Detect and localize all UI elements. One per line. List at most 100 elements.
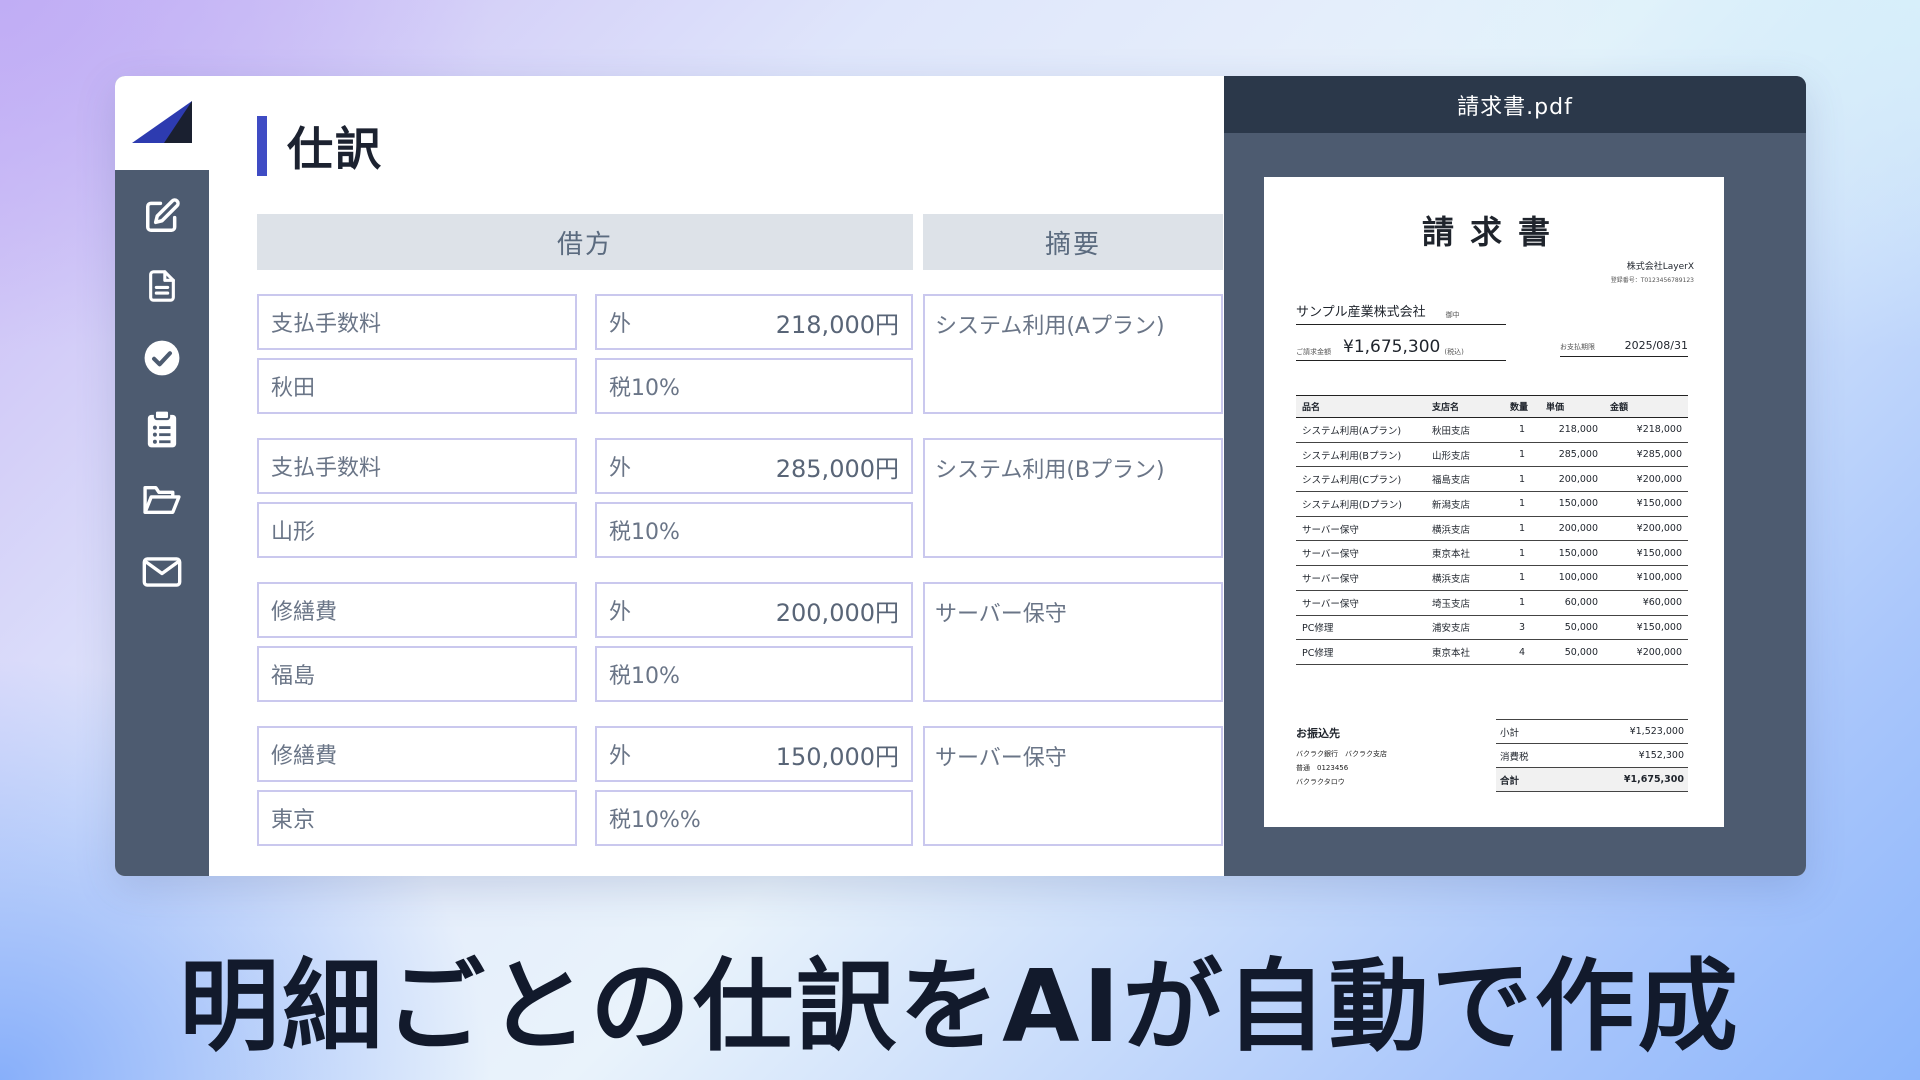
table-row: PC修理 浦安支店 3 50,000 ¥150,000	[1296, 615, 1688, 641]
honorific: 御中	[1445, 311, 1460, 319]
col-branch: 支店名	[1426, 395, 1504, 418]
cell-unit-price: 150,000	[1540, 540, 1604, 567]
summary-header: 摘要	[923, 214, 1223, 270]
table-row: サーバー保守 東京本社 1 150,000 ¥150,000	[1296, 540, 1688, 567]
description-field[interactable]: サーバー保守	[923, 726, 1223, 846]
total-row: 合計 ¥1,675,300	[1496, 767, 1688, 792]
invoice-amount: ¥1,675,300	[1343, 337, 1441, 357]
cell-amount: ¥100,000	[1604, 565, 1688, 591]
cell-qty: 1	[1504, 590, 1540, 616]
cell-branch: 横浜支店	[1426, 565, 1504, 591]
mail-icon[interactable]	[140, 550, 184, 594]
tax-type: 外	[609, 312, 632, 337]
description-field[interactable]: システム利用(Aプラン)	[923, 294, 1223, 414]
subtotal-value: ¥1,523,000	[1563, 719, 1688, 744]
pdf-viewer: 請求書.pdf 請求書 株式会社LayerX 登録番号：T01234567891…	[1224, 76, 1806, 876]
cell-amount: ¥218,000	[1604, 417, 1688, 443]
tax-type: 外	[609, 600, 632, 625]
check-circle-icon[interactable]	[140, 336, 184, 380]
app-window: 仕訳 借方 摘要 支払手数料 外 218,000円 秋田 税10% システム利用…	[115, 76, 1806, 876]
cell-item: システム利用(Dプラン)	[1296, 491, 1426, 517]
amount-block: ご請求金額 ¥1,675,300 (税込)	[1296, 337, 1506, 361]
edit-icon[interactable]	[140, 194, 184, 238]
account-field[interactable]: 支払手数料	[257, 294, 577, 350]
cell-branch: 福島支店	[1426, 466, 1504, 493]
invoice-table: 品名 支店名 数量 単価 金額 システム利用(Aプラン) 秋田支店 1 218,000…	[1296, 395, 1688, 665]
amount-label: ご請求金額	[1296, 348, 1331, 356]
bank-title: お振込先	[1296, 727, 1340, 740]
tax-type: 外	[609, 456, 632, 481]
department-field[interactable]: 秋田	[257, 358, 577, 414]
cell-amount: ¥150,000	[1604, 540, 1688, 567]
department-field[interactable]: 山形	[257, 502, 577, 558]
cell-qty: 1	[1504, 540, 1540, 567]
tax-rate-field[interactable]: 税10%	[595, 358, 913, 414]
table-row: システム利用(Cプラン) 福島支店 1 200,000 ¥200,000	[1296, 466, 1688, 493]
cell-unit-price: 200,000	[1540, 516, 1604, 542]
amount-field[interactable]: 外 218,000円	[595, 294, 913, 350]
due-block: お支払期限 2025/08/31	[1560, 339, 1688, 357]
department-field[interactable]: 東京	[257, 790, 577, 846]
tax-rate-field[interactable]: 税10%%	[595, 790, 913, 846]
total-value: ¥1,675,300	[1563, 767, 1688, 792]
totals-table: 小計 ¥1,523,000 消費税 ¥152,300 合計 ¥1,675,300	[1496, 719, 1688, 792]
cell-amount: ¥60,000	[1604, 590, 1688, 616]
amount-value: 200,000円	[775, 598, 899, 627]
cell-item: サーバー保守	[1296, 516, 1426, 542]
cell-amount: ¥200,000	[1604, 516, 1688, 542]
tax-rate-field[interactable]: 税10%	[595, 502, 913, 558]
cell-item: PC修理	[1296, 615, 1426, 641]
issuer-name: 株式会社LayerX	[1626, 262, 1694, 272]
cell-amount: ¥150,000	[1604, 615, 1688, 641]
amount-field[interactable]: 外 285,000円	[595, 438, 913, 494]
amount-value: 150,000円	[775, 742, 899, 771]
folder-open-icon[interactable]	[140, 478, 184, 522]
cell-branch: 東京本社	[1426, 639, 1504, 665]
subtotal-row: 小計 ¥1,523,000	[1496, 719, 1688, 744]
clipboard-list-icon[interactable]	[140, 407, 184, 451]
cell-amount: ¥200,000	[1604, 466, 1688, 493]
account-field[interactable]: 修繕費	[257, 726, 577, 782]
tax-type: 外	[609, 744, 632, 769]
cell-qty: 1	[1504, 491, 1540, 517]
cell-branch: 埼玉支店	[1426, 590, 1504, 616]
cell-unit-price: 50,000	[1540, 615, 1604, 641]
amount-value: 285,000円	[775, 454, 899, 483]
cell-unit-price: 218,000	[1540, 417, 1604, 443]
logo-icon	[132, 101, 192, 143]
tax-row: 消費税 ¥152,300	[1496, 743, 1688, 768]
col-qty: 数量	[1504, 395, 1540, 418]
table-row: システム利用(Aプラン) 秋田支店 1 218,000 ¥218,000	[1296, 417, 1688, 443]
account-field[interactable]: 支払手数料	[257, 438, 577, 494]
cell-branch: 新潟支店	[1426, 491, 1504, 517]
cell-branch: 浦安支店	[1426, 615, 1504, 641]
department-field[interactable]: 福島	[257, 646, 577, 702]
bank-account: 普通 0123456	[1296, 764, 1349, 772]
cell-item: PC修理	[1296, 639, 1426, 665]
cell-amount: ¥200,000	[1604, 639, 1688, 665]
account-field[interactable]: 修繕費	[257, 582, 577, 638]
client-name: サンプル産業株式会社	[1296, 305, 1426, 320]
cell-item: サーバー保守	[1296, 565, 1426, 591]
cell-unit-price: 60,000	[1540, 590, 1604, 616]
debit-header: 借方	[257, 214, 913, 270]
logo[interactable]	[115, 76, 209, 170]
cell-branch: 山形支店	[1426, 442, 1504, 468]
cell-qty: 1	[1504, 565, 1540, 591]
invoice-title: 請求書	[1421, 213, 1566, 251]
table-row: サーバー保守 横浜支店 1 100,000 ¥100,000	[1296, 565, 1688, 591]
amount-field[interactable]: 外 200,000円	[595, 582, 913, 638]
description-field[interactable]: サーバー保守	[923, 582, 1223, 702]
sidebar	[115, 76, 209, 876]
due-date: 2025/08/31	[1624, 339, 1688, 352]
document-icon[interactable]	[140, 264, 184, 308]
amount-field[interactable]: 外 150,000円	[595, 726, 913, 782]
tax-rate-field[interactable]: 税10%	[595, 646, 913, 702]
cell-branch: 横浜支店	[1426, 516, 1504, 542]
cell-unit-price: 285,000	[1540, 442, 1604, 468]
cell-qty: 1	[1504, 417, 1540, 443]
description-field[interactable]: システム利用(Bプラン)	[923, 438, 1223, 558]
cell-qty: 4	[1504, 639, 1540, 665]
tax-included: (税込)	[1444, 348, 1464, 356]
cell-qty: 1	[1504, 516, 1540, 542]
